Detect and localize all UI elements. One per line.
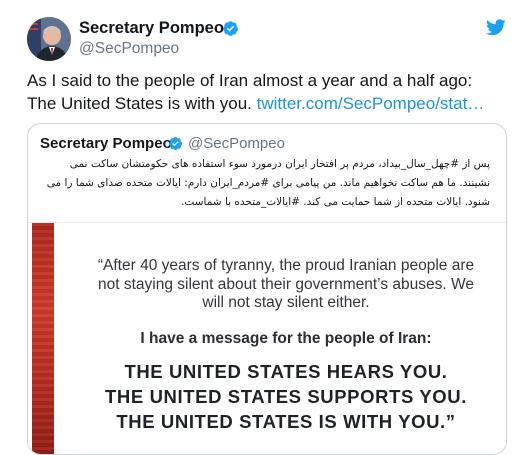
card-line-supports: THE UNITED STATES SUPPORTS YOU. (105, 386, 467, 407)
card-quote: “After 40 years of tyranny, the proud Ir… (97, 257, 475, 311)
card-line-with: THE UNITED STATES IS WITH YOU.” (116, 411, 456, 432)
author-handle[interactable]: @SecPompeo (79, 40, 179, 58)
quoted-media-card[interactable]: “After 40 years of tyranny, the proud Ir… (28, 222, 506, 454)
quoted-text: پس از #چهل_سال_بیداد، مردم پر افتخار ایر… (46, 158, 490, 208)
card-statement: THE UNITED STATES HEARS YOU. THE UNITED … (68, 359, 504, 434)
quoted-author-handle: @SecPompeo (188, 135, 285, 152)
tweet-text: As I said to the people of Iran almost a… (27, 69, 497, 115)
flag-stripe-decoration (32, 223, 54, 454)
quoted-author-name: Secretary Pompeo (40, 135, 172, 152)
card-line-hears: THE UNITED STATES HEARS YOU. (124, 361, 448, 382)
card-message: I have a message for the people of Iran: (140, 330, 432, 347)
avatar[interactable] (27, 17, 71, 61)
author-name[interactable]: Secretary Pompeo (79, 19, 224, 38)
tweet-link[interactable]: twitter.com/SecPompeo/stat… (257, 94, 485, 113)
verified-badge-icon (222, 20, 239, 42)
twitter-bird-icon[interactable] (485, 19, 506, 41)
verified-badge-icon (168, 136, 183, 156)
quoted-tweet[interactable]: Secretary Pompeo @SecPompeo پس از #چهل_س… (27, 123, 507, 455)
